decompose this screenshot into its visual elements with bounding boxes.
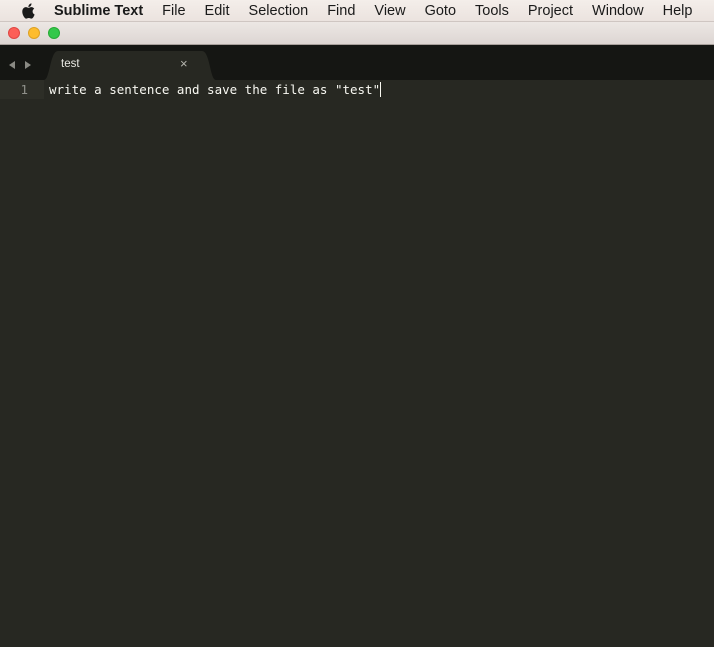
tab-close-icon[interactable]: ×: [180, 57, 188, 71]
menu-help[interactable]: Help: [663, 3, 693, 19]
tab-nav-forward-icon[interactable]: [23, 57, 33, 69]
text-caret: [380, 82, 382, 97]
tab-test[interactable]: test ×: [44, 51, 216, 80]
tab-strip: test ×: [0, 45, 714, 80]
code-line[interactable]: write a sentence and save the file as "t…: [49, 82, 382, 97]
tab-nav-back-icon[interactable]: [7, 57, 17, 69]
menu-bar: Sublime Text File Edit Selection Find Vi…: [0, 0, 714, 22]
window-minimize-button[interactable]: [28, 27, 40, 39]
code-line-text: write a sentence and save the file as "t…: [49, 82, 381, 97]
line-gutter: 1: [0, 80, 44, 647]
menu-goto[interactable]: Goto: [425, 3, 456, 19]
window-zoom-button[interactable]: [48, 27, 60, 39]
line-number: 1: [20, 82, 28, 97]
window-close-button[interactable]: [8, 27, 20, 39]
menu-tools[interactable]: Tools: [475, 3, 509, 19]
menu-find[interactable]: Find: [327, 3, 355, 19]
menu-app-name[interactable]: Sublime Text: [54, 3, 143, 19]
window-title-bar: [0, 22, 714, 45]
apple-logo-icon[interactable]: [21, 2, 35, 19]
tab-label: test: [61, 58, 80, 70]
menu-edit[interactable]: Edit: [205, 3, 230, 19]
editor-area[interactable]: 1 write a sentence and save the file as …: [0, 80, 714, 647]
menu-project[interactable]: Project: [528, 3, 573, 19]
menu-view[interactable]: View: [374, 3, 405, 19]
menu-file[interactable]: File: [162, 3, 185, 19]
menu-selection[interactable]: Selection: [249, 3, 309, 19]
menu-window[interactable]: Window: [592, 3, 644, 19]
